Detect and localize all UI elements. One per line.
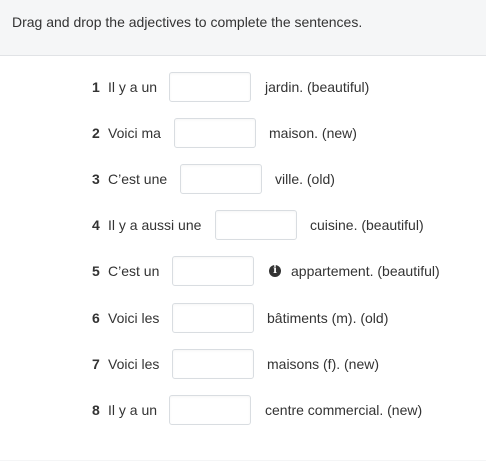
sentence-number: 1 xyxy=(92,79,100,95)
sentence-before-text: Voici ma xyxy=(108,125,161,141)
drop-zone[interactable] xyxy=(174,118,256,148)
sentence-before-text: Il y a aussi une xyxy=(108,217,202,233)
sentence-row: 8 Il y a un centre commercial. (new) xyxy=(0,394,486,426)
sentence-after-text: ville. (old) xyxy=(275,171,335,187)
sentence-after-text: appartement. (beautiful) xyxy=(291,263,440,279)
drop-zone[interactable] xyxy=(169,72,251,102)
sentence-number: 8 xyxy=(92,402,100,418)
instructions-header: Drag and drop the adjectives to complete… xyxy=(0,0,486,56)
info-icon[interactable]: i xyxy=(269,265,281,277)
sentence-row: 2 Voici ma maison. (new) xyxy=(0,117,486,149)
sentence-row: 3 C’est une ville. (old) xyxy=(0,163,486,195)
sentence-number: 6 xyxy=(92,310,100,326)
sentence-after-text: bâtiments (m). (old) xyxy=(267,310,389,326)
sentence-after-text: cuisine. (beautiful) xyxy=(310,217,424,233)
sentence-row: 5 C’est un i appartement. (beautiful) xyxy=(0,255,486,287)
sentence-number: 3 xyxy=(92,171,100,187)
sentence-before-text: Il y a un xyxy=(108,402,158,418)
sentence-after-text: jardin. (beautiful) xyxy=(265,79,370,95)
sentence-number: 5 xyxy=(92,263,100,279)
sentence-number: 2 xyxy=(92,125,100,141)
sentence-row: 7 Voici les maisons (f). (new) xyxy=(0,348,486,380)
sentence-row: 1 Il y a un jardin. (beautiful) xyxy=(0,71,486,103)
instructions-text: Drag and drop the adjectives to complete… xyxy=(12,14,363,30)
sentence-row: 4 Il y a aussi une cuisine. (beautiful) xyxy=(0,209,486,241)
sentence-number: 4 xyxy=(92,217,100,233)
drop-zone[interactable] xyxy=(169,395,251,425)
sentence-row: 6 Voici les bâtiments (m). (old) xyxy=(0,302,486,334)
drop-zone[interactable] xyxy=(172,256,254,286)
sentence-number: 7 xyxy=(92,356,100,372)
drop-zone[interactable] xyxy=(172,303,254,333)
sentence-after-text: maison. (new) xyxy=(269,125,357,141)
sentence-before-text: C’est un xyxy=(108,263,160,279)
sentence-before-text: Il y a un xyxy=(108,79,158,95)
drop-zone[interactable] xyxy=(172,349,254,379)
sentence-before-text: C’est une xyxy=(108,171,168,187)
sentences-area: 1 Il y a un jardin. (beautiful) 2 Voici … xyxy=(0,56,486,460)
drop-zone[interactable] xyxy=(180,164,262,194)
sentence-before-text: Voici les xyxy=(108,310,160,326)
sentence-before-text: Voici les xyxy=(108,356,160,372)
sentence-after-text: maisons (f). (new) xyxy=(267,356,380,372)
drop-zone[interactable] xyxy=(215,210,297,240)
sentence-after-text: centre commercial. (new) xyxy=(265,402,423,418)
